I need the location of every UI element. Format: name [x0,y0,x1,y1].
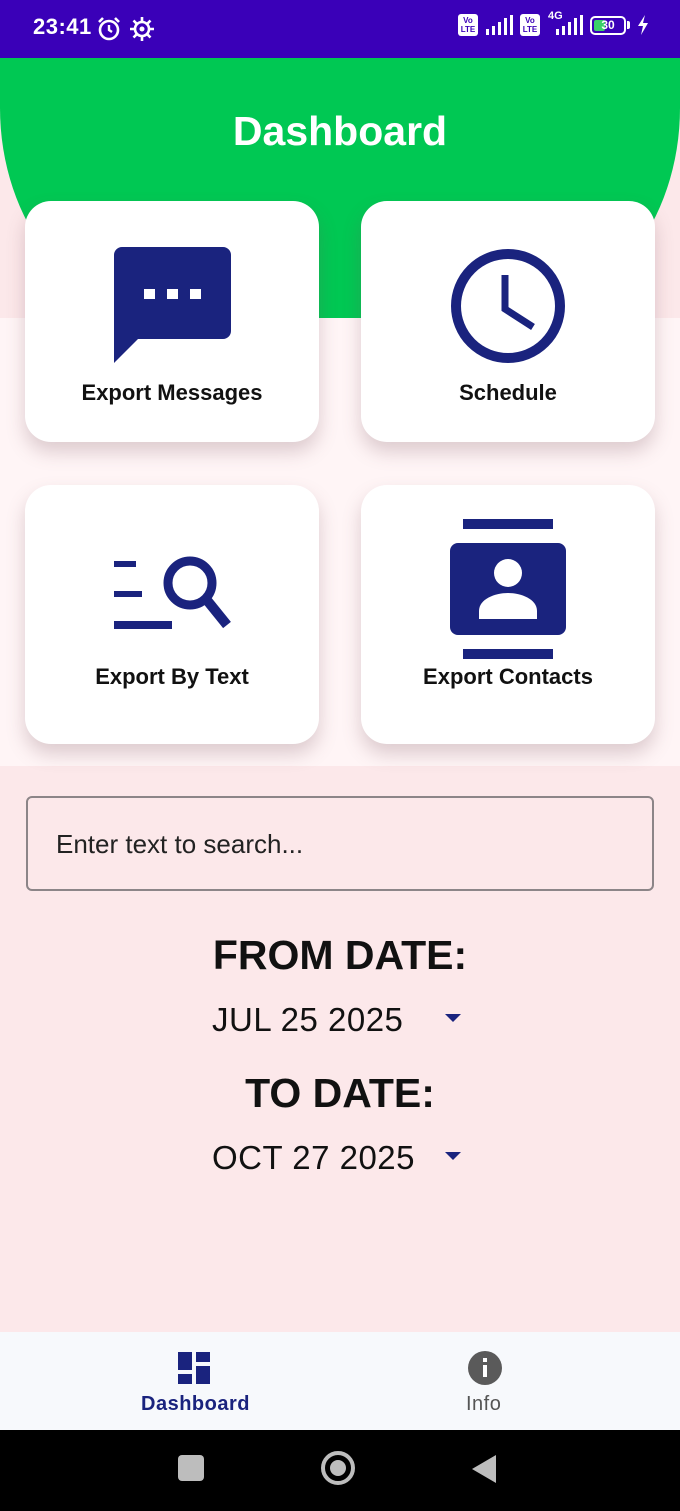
to-date-title: TO DATE: [245,1070,435,1116]
volte-badge: Vo LTE [520,14,540,36]
page-title: Dashboard [232,108,448,154]
clock-icon [451,249,565,363]
bottom-navigation: Dashboard Info [0,1332,680,1430]
nav-label: Dashboard [141,1393,250,1415]
dashboard-icon [178,1352,210,1384]
message-icon [114,247,231,363]
system-navigation-bar [0,1430,680,1511]
alarm-icon [98,17,120,41]
battery-level: 30 [601,18,615,32]
card-label: Export Contacts [423,664,593,689]
search-placeholder: Enter text to search... [56,829,304,859]
status-time: 23:41 [33,14,92,39]
card-label: Schedule [459,380,557,405]
to-date-value[interactable]: OCT 27 2025 [212,1139,415,1177]
status-bar: 23:41 Vo LTE Vo LTE 4G 30 [0,0,680,58]
nav-label: Info [466,1393,502,1415]
charging-icon [638,15,648,35]
from-date-value[interactable]: JUL 25 2025 [212,1001,403,1039]
chevron-down-icon[interactable] [443,1150,463,1162]
card-label: Export Messages [81,380,263,405]
contacts-icon [450,519,566,659]
export-messages-card[interactable]: Export Messages [25,201,319,442]
text-search-icon [114,556,231,629]
back-button[interactable] [470,1454,498,1484]
export-by-text-card[interactable]: Export By Text [25,485,319,744]
nav-item-dashboard[interactable]: Dashboard [100,1332,290,1430]
battery-icon: 30 [590,15,626,35]
volte-badge: Vo LTE [458,14,478,36]
nav-item-info[interactable]: Info [420,1332,550,1430]
recents-button[interactable] [178,1455,204,1481]
signal-4g: 4G [546,10,584,36]
chevron-down-icon[interactable] [443,1012,463,1024]
schedule-card[interactable]: Schedule [361,201,655,442]
from-date-title: FROM DATE: [212,932,468,978]
export-contacts-card[interactable]: Export Contacts [361,485,655,744]
settings-icon [130,17,154,41]
network-type: 4G [548,10,563,22]
search-input[interactable]: Enter text to search... [26,796,654,891]
home-button[interactable] [320,1450,356,1486]
card-label: Export By Text [95,664,249,689]
info-icon [468,1351,502,1385]
signal-icon [486,15,513,35]
